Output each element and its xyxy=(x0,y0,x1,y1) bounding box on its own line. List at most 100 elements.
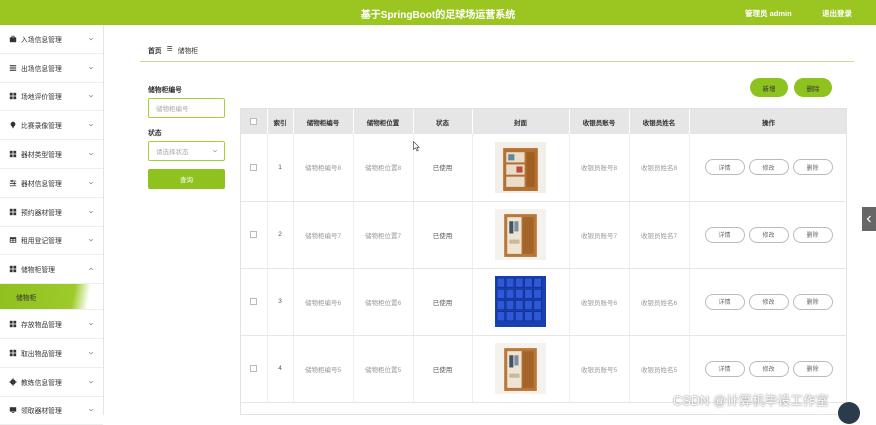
grid-icon xyxy=(8,207,17,216)
grid-icon xyxy=(8,320,17,329)
add-button[interactable]: 新增 xyxy=(750,78,788,97)
locker-code-input[interactable]: 储物柜编号 xyxy=(148,98,225,118)
edit-button[interactable]: 修改 xyxy=(748,226,789,243)
sidebar-item[interactable]: 取出物品管理 xyxy=(0,339,103,368)
detail-button[interactable]: 详情 xyxy=(704,293,745,310)
sidebar-item[interactable]: 器材类型管理 xyxy=(0,140,103,169)
chevron-down-icon xyxy=(88,379,94,385)
sidebar: 入场信息管理出场信息管理场地评价管理比赛录像管理器材类型管理器材信息管理 预约器材… xyxy=(0,25,104,425)
edit-button[interactable]: 修改 xyxy=(748,159,789,176)
logout-link[interactable]: 退出登录 xyxy=(822,8,852,19)
cell-locker-code: 储物柜编号8 xyxy=(293,134,354,202)
batch-delete-button[interactable]: 删除 xyxy=(794,78,832,97)
delete-button[interactable]: 删除 xyxy=(792,360,833,377)
sidebar-item[interactable]: 出场信息管理 xyxy=(0,54,103,83)
checkbox[interactable] xyxy=(250,364,258,372)
sidebar-item[interactable]: 教练信息管理 xyxy=(0,368,103,397)
sidebar-item[interactable]: 比赛录像管理 xyxy=(0,111,103,141)
breadcrumb-divider xyxy=(140,61,854,62)
edit-button[interactable]: 修改 xyxy=(748,293,789,310)
delete-button[interactable]: 删除 xyxy=(792,159,833,176)
cell-index: 4 xyxy=(267,335,294,403)
breadcrumb: 首页 ☰ 储物柜 xyxy=(148,45,198,55)
row-checkbox-cell[interactable] xyxy=(241,201,268,269)
cell-status: 已使用 xyxy=(413,268,473,336)
cell-status: 已使用 xyxy=(413,335,473,403)
cell-locker-location: 储物柜位置5 xyxy=(353,335,414,403)
breadcrumb-current: 储物柜 xyxy=(177,48,199,55)
checkbox[interactable] xyxy=(250,163,258,171)
cell-index: 2 xyxy=(267,201,294,269)
chevron-down-icon xyxy=(88,151,94,157)
sidebar-item-label: 场地评价管理 xyxy=(21,94,62,102)
sidebar-item[interactable]: 领取器材管理 xyxy=(0,397,103,425)
checkbox[interactable] xyxy=(250,230,258,238)
cell-cashier-account: 收银员账号5 xyxy=(569,335,630,403)
sidebar-item-label: 教练信息管理 xyxy=(21,379,62,387)
sidebar-item[interactable]: 入场信息管理 xyxy=(0,25,103,54)
edit-button[interactable]: 修改 xyxy=(748,360,789,377)
cell-cover xyxy=(472,134,570,202)
column-header: 收银员账号 xyxy=(569,109,630,134)
status-select[interactable]: 请选择状态 xyxy=(148,141,225,161)
cover-image[interactable] xyxy=(495,276,546,327)
locker-table: 索引 储物柜编号 储物柜位置 状态 封面 收银员账号 收银员姓名 操作 1 储物柜编号8 储物柜位… xyxy=(240,108,847,415)
cell-cashier-account: 收银员账号6 xyxy=(569,268,630,336)
current-user: 管理员 admin xyxy=(745,9,792,18)
table-row: 2 储物柜编号7 储物柜位置7 已使用 收银员账号7 收银员姓名7 详情 修改 删除 xyxy=(241,201,846,269)
status-placeholder: 请选择状态 xyxy=(156,149,189,156)
cover-image[interactable] xyxy=(495,141,546,193)
detail-button[interactable]: 详情 xyxy=(704,159,745,176)
checkbox[interactable] xyxy=(250,297,258,305)
select-all-checkbox[interactable] xyxy=(241,109,268,134)
table-row: 3 储物柜编号6 储物柜位置6 已使用 收银员账号6 收银员姓名6 详情 修改 删除 xyxy=(241,268,846,336)
sidebar-item[interactable]: 储物柜管理 xyxy=(0,255,103,285)
cell-locker-code: 储物柜编号6 xyxy=(293,268,354,336)
cover-image[interactable] xyxy=(495,343,546,394)
column-header: 索引 xyxy=(267,109,294,134)
cell-cover xyxy=(472,268,570,336)
cell-operations: 详情 修改 删除 xyxy=(689,134,846,202)
delete-button[interactable]: 删除 xyxy=(792,226,833,243)
collapse-tab[interactable] xyxy=(862,207,876,231)
checkbox[interactable] xyxy=(250,117,258,125)
chevron-down-icon xyxy=(88,237,94,243)
mouse-cursor-icon xyxy=(413,141,420,152)
status-label: 状态 xyxy=(148,130,162,137)
sliders-icon xyxy=(8,178,17,187)
delete-button[interactable]: 删除 xyxy=(792,293,833,310)
cell-operations: 详情 修改 删除 xyxy=(689,268,846,336)
table-header-row: 索引 储物柜编号 储物柜位置 状态 封面 收银员账号 收银员姓名 操作 xyxy=(241,109,846,134)
chevron-down-icon xyxy=(88,321,94,327)
sidebar-item[interactable]: 存放物品管理 xyxy=(0,310,103,339)
query-button[interactable]: 查询 xyxy=(148,169,225,189)
row-checkbox-cell[interactable] xyxy=(241,268,268,336)
detail-button[interactable]: 详情 xyxy=(704,360,745,377)
chevron-down-icon xyxy=(88,407,94,413)
sidebar-item-label: 入场信息管理 xyxy=(21,36,62,44)
sidebar-item[interactable]: 租用登记管理 xyxy=(0,227,103,256)
row-checkbox-cell[interactable] xyxy=(241,134,268,202)
briefcase-icon xyxy=(8,34,17,43)
sidebar-item[interactable]: 器材信息管理 xyxy=(0,169,103,198)
sidebar-item[interactable]: 预约器材管理 xyxy=(0,198,103,227)
detail-button[interactable]: 详情 xyxy=(704,226,745,243)
sidebar-item-label: 取出物品管理 xyxy=(21,350,62,358)
gear-icon xyxy=(8,377,17,386)
chevron-down-icon xyxy=(88,180,94,186)
breadcrumb-home[interactable]: 首页 xyxy=(148,45,162,55)
cell-cashier-account: 收银员账号7 xyxy=(569,201,630,269)
sidebar-subitem-locker[interactable]: 储物柜 xyxy=(0,284,103,311)
cell-locker-location: 储物柜位置8 xyxy=(353,134,414,202)
cell-locker-code: 储物柜编号7 xyxy=(293,201,354,269)
sidebar-item[interactable]: 场地评价管理 xyxy=(0,83,103,112)
cover-image[interactable] xyxy=(495,209,546,260)
sidebar-item-label: 储物柜管理 xyxy=(21,267,55,275)
sidebar-item-label: 存放物品管理 xyxy=(21,322,62,330)
sidebar-item-label: 器材类型管理 xyxy=(21,152,62,160)
row-checkbox-cell[interactable] xyxy=(241,335,268,403)
chevron-up-icon xyxy=(88,266,94,272)
column-header: 储物柜编号 xyxy=(293,109,354,134)
sidebar-item-label: 领取器材管理 xyxy=(21,408,62,416)
sidebar-item-label: 租用登记管理 xyxy=(21,238,62,246)
